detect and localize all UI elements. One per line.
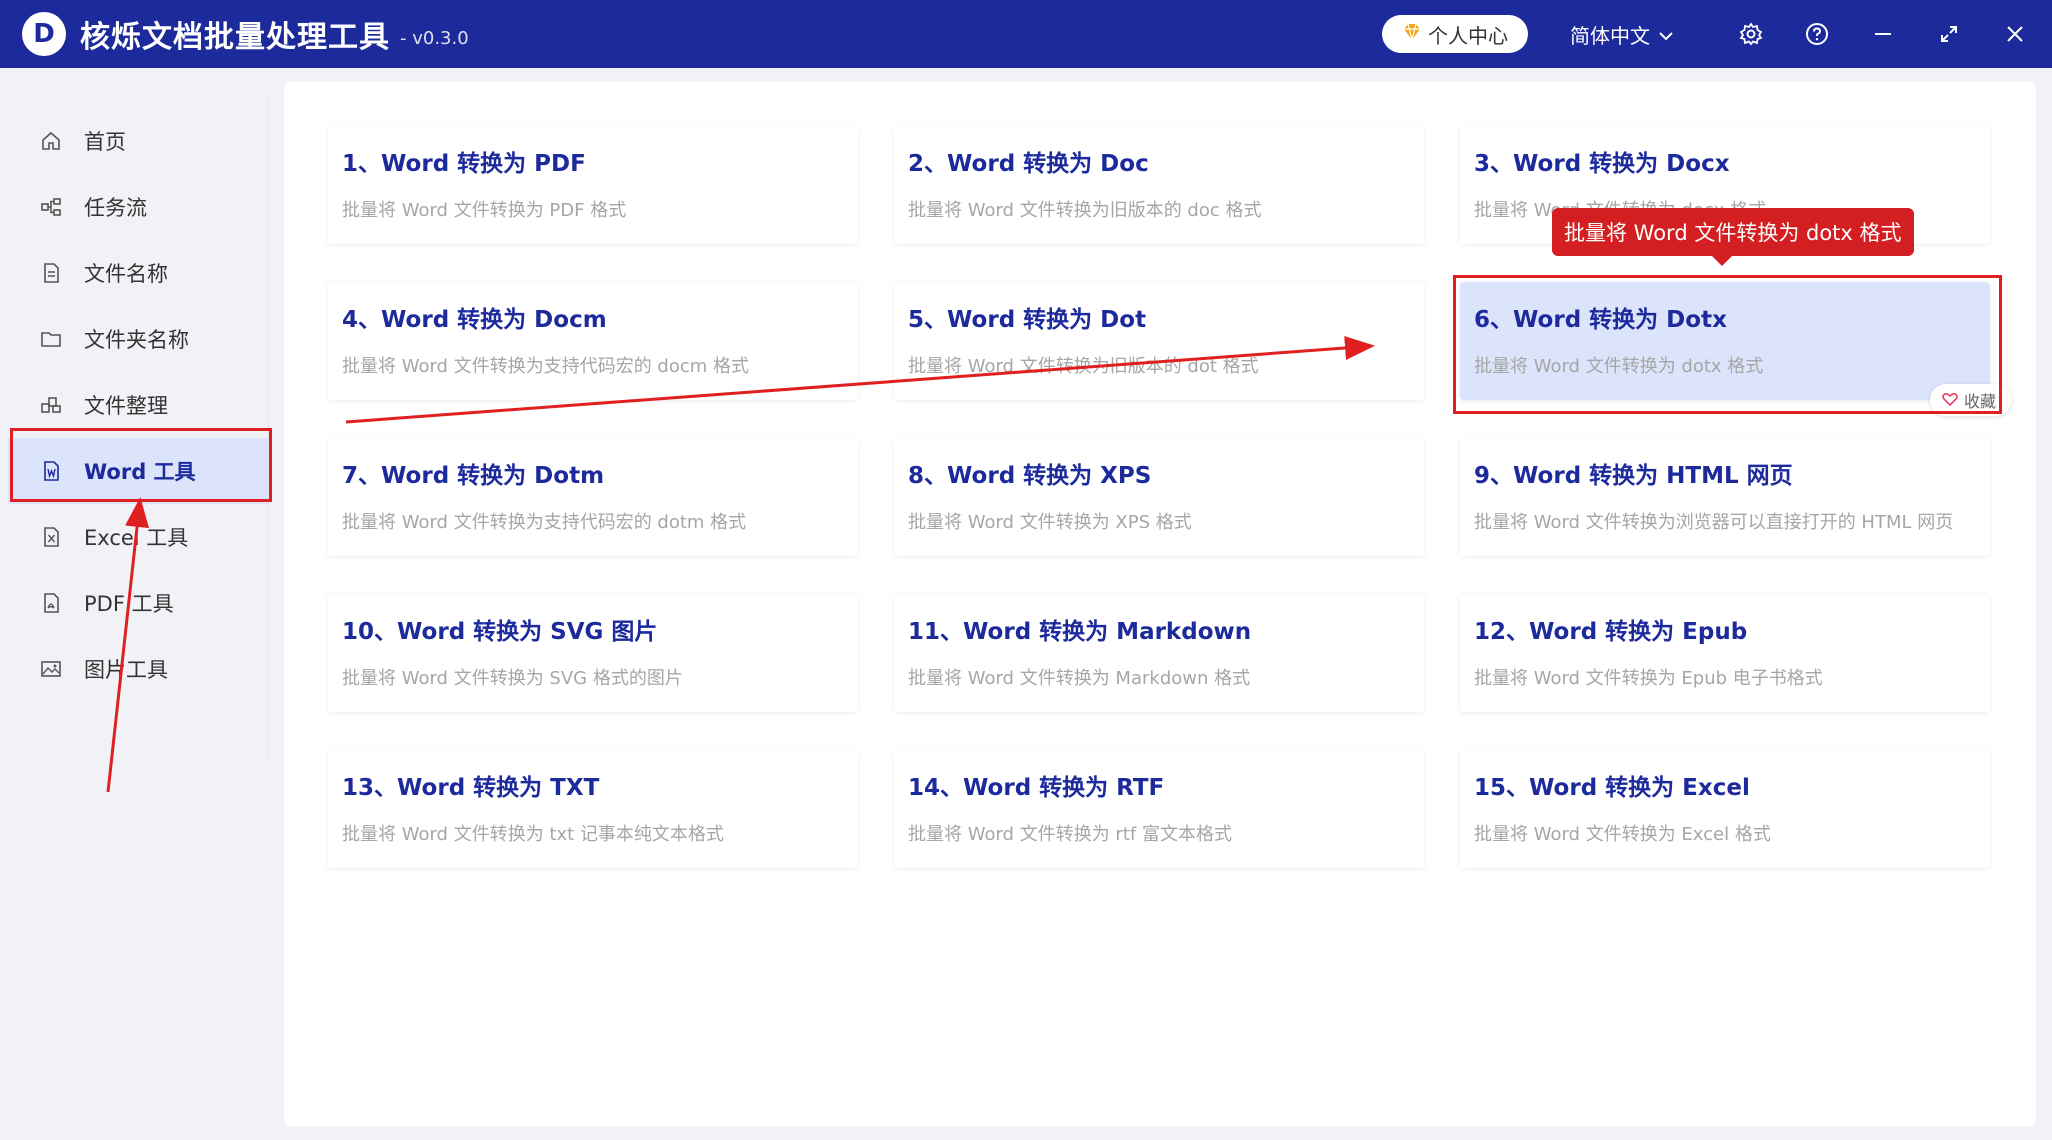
workflow-icon bbox=[38, 196, 64, 218]
sidebar-item-label: Word 工具 bbox=[84, 460, 196, 484]
tool-card-word-to-dotm[interactable]: 7、Word 转换为 Dotm 批量将 Word 文件转换为支持代码宏的 dot… bbox=[328, 438, 858, 556]
sidebar-item-word-tools[interactable]: Word 工具 bbox=[8, 438, 270, 504]
tool-card-word-to-dot[interactable]: 5、Word 转换为 Dot 批量将 Word 文件转换为旧版本的 dot 格式 bbox=[894, 282, 1424, 400]
title-bar: D 核烁文档批量处理工具 - v0.3.0 个人中心 简体中文 bbox=[0, 0, 2052, 68]
card-description: 批量将 Word 文件转换为 XPS 格式 bbox=[908, 512, 1192, 533]
tool-card-word-to-dotx[interactable]: 6、Word 转换为 Dotx 批量将 Word 文件转换为 dotx 格式 收… bbox=[1460, 282, 2012, 416]
card-description: 批量将 Word 文件转换为支持代码宏的 dotm 格式 bbox=[342, 512, 747, 533]
language-selector[interactable]: 简体中文 bbox=[1570, 20, 1674, 49]
expand-icon bbox=[1916, 24, 1982, 44]
vip-diamond-icon bbox=[1402, 22, 1422, 46]
tool-card-word-to-excel[interactable]: 15、Word 转换为 Excel 批量将 Word 文件转换为 Excel 格… bbox=[1460, 750, 1990, 868]
card-title: 2、Word 转换为 Doc bbox=[908, 151, 1149, 177]
app-logo: D bbox=[22, 12, 66, 56]
sidebar-item-file-organize[interactable]: 文件整理 bbox=[8, 372, 270, 438]
tool-card-word-to-epub[interactable]: 12、Word 转换为 Epub 批量将 Word 文件转换为 Epub 电子书… bbox=[1460, 594, 1990, 712]
card-description: 批量将 Word 文件转换为 Markdown 格式 bbox=[908, 668, 1251, 689]
favorite-label: 收藏 bbox=[1963, 392, 1996, 411]
card-description: 批量将 Word 文件转换为 dotx 格式 bbox=[1474, 356, 1764, 377]
sidebar-item-label: 文件夹名称 bbox=[84, 328, 189, 352]
sidebar-item-label: 文件整理 bbox=[84, 394, 168, 418]
card-title: 10、Word 转换为 SVG 图片 bbox=[342, 619, 658, 645]
card-title: 15、Word 转换为 Excel bbox=[1474, 775, 1750, 801]
card-description: 批量将 Word 文件转换为浏览器可以直接打开的 HTML 网页 bbox=[1474, 512, 1954, 533]
sidebar-item-excel-tools[interactable]: Excel 工具 bbox=[8, 504, 270, 570]
minimize-icon bbox=[1850, 24, 1916, 44]
favorite-button[interactable]: 收藏 bbox=[1929, 384, 2012, 416]
sidebar-item-home[interactable]: 首页 bbox=[8, 108, 270, 174]
folder-icon bbox=[38, 328, 64, 350]
tool-card-word-to-docm[interactable]: 4、Word 转换为 Docm 批量将 Word 文件转换为支持代码宏的 doc… bbox=[328, 282, 858, 400]
settings-button[interactable] bbox=[1718, 22, 1784, 46]
heart-icon bbox=[1942, 391, 1958, 410]
maximize-button[interactable] bbox=[1916, 24, 1982, 44]
user-center-button[interactable]: 个人中心 bbox=[1382, 15, 1528, 53]
sidebar-item-label: 文件名称 bbox=[84, 262, 168, 286]
excel-icon bbox=[38, 526, 64, 548]
language-label: 简体中文 bbox=[1570, 23, 1650, 48]
card-tooltip: 批量将 Word 文件转换为 dotx 格式 bbox=[1552, 208, 1914, 266]
home-icon bbox=[38, 130, 64, 152]
tool-card-word-to-txt[interactable]: 13、Word 转换为 TXT 批量将 Word 文件转换为 txt 记事本纯文… bbox=[328, 750, 858, 868]
sidebar-item-folder-name[interactable]: 文件夹名称 bbox=[8, 306, 270, 372]
card-title: 8、Word 转换为 XPS bbox=[908, 463, 1152, 489]
app-version: - v0.3.0 bbox=[400, 27, 469, 49]
sidebar-item-label: PDF 工具 bbox=[84, 592, 174, 616]
sidebar-item-image-tools[interactable]: 图片工具 bbox=[8, 636, 270, 702]
card-title: 6、Word 转换为 Dotx bbox=[1474, 307, 1727, 333]
tool-card-word-to-xps[interactable]: 8、Word 转换为 XPS 批量将 Word 文件转换为 XPS 格式 bbox=[894, 438, 1424, 556]
card-title: 7、Word 转换为 Dotm bbox=[342, 463, 605, 489]
help-button[interactable] bbox=[1784, 22, 1850, 46]
gear-icon bbox=[1718, 22, 1784, 46]
image-icon bbox=[38, 658, 64, 680]
sidebar-item-label: 任务流 bbox=[84, 196, 147, 220]
card-description: 批量将 Word 文件转换为旧版本的 dot 格式 bbox=[908, 356, 1259, 377]
card-title: 12、Word 转换为 Epub bbox=[1474, 619, 1748, 645]
sidebar-item-label: Excel 工具 bbox=[84, 526, 189, 550]
sidebar-item-label: 首页 bbox=[84, 130, 126, 154]
app-title: 核烁文档批量处理工具 bbox=[80, 20, 390, 55]
card-title: 11、Word 转换为 Markdown bbox=[908, 619, 1252, 645]
card-description: 批量将 Word 文件转换为 PDF 格式 bbox=[342, 200, 627, 221]
tool-card-word-to-svg[interactable]: 10、Word 转换为 SVG 图片 批量将 Word 文件转换为 SVG 格式… bbox=[328, 594, 858, 712]
tool-card-word-to-rtf[interactable]: 14、Word 转换为 RTF 批量将 Word 文件转换为 rtf 富文本格式 bbox=[894, 750, 1424, 868]
card-description: 批量将 Word 文件转换为 txt 记事本纯文本格式 bbox=[342, 824, 724, 845]
sidebar-nav: 首页 任务流 文件名称 文件夹名称 文件整理 Word 工具 Excel 工具 bbox=[8, 108, 270, 702]
card-description: 批量将 Word 文件转换为 Epub 电子书格式 bbox=[1474, 668, 1823, 689]
card-description: 批量将 Word 文件转换为 SVG 格式的图片 bbox=[342, 668, 683, 689]
card-title: 14、Word 转换为 RTF bbox=[908, 775, 1165, 801]
tool-card-word-to-html[interactable]: 9、Word 转换为 HTML 网页 批量将 Word 文件转换为浏览器可以直接… bbox=[1460, 438, 1990, 556]
card-title: 4、Word 转换为 Docm bbox=[342, 307, 607, 333]
card-title: 5、Word 转换为 Dot bbox=[908, 307, 1147, 333]
close-button[interactable] bbox=[1982, 24, 2048, 44]
card-title: 3、Word 转换为 Docx bbox=[1474, 151, 1730, 177]
card-title: 13、Word 转换为 TXT bbox=[342, 775, 600, 801]
pdf-icon bbox=[38, 592, 64, 614]
card-description: 批量将 Word 文件转换为 Excel 格式 bbox=[1474, 824, 1771, 845]
tool-card-word-to-pdf[interactable]: 1、Word 转换为 PDF 批量将 Word 文件转换为 PDF 格式 bbox=[328, 126, 858, 244]
sidebar-item-file-name[interactable]: 文件名称 bbox=[8, 240, 270, 306]
chevron-down-icon bbox=[1658, 22, 1674, 46]
sidebar-item-pdf-tools[interactable]: PDF 工具 bbox=[8, 570, 270, 636]
tool-card-word-to-markdown[interactable]: 11、Word 转换为 Markdown 批量将 Word 文件转换为 Mark… bbox=[894, 594, 1424, 712]
close-icon bbox=[1982, 24, 2048, 44]
card-description: 批量将 Word 文件转换为旧版本的 doc 格式 bbox=[908, 200, 1262, 221]
sidebar-item-workflow[interactable]: 任务流 bbox=[8, 174, 270, 240]
user-center-label: 个人中心 bbox=[1428, 23, 1508, 48]
organize-icon bbox=[38, 394, 64, 416]
sidebar-item-label: 图片工具 bbox=[84, 658, 168, 682]
word-icon bbox=[38, 460, 64, 482]
card-title: 9、Word 转换为 HTML 网页 bbox=[1474, 463, 1793, 489]
file-icon bbox=[38, 262, 64, 284]
card-description: 批量将 Word 文件转换为 rtf 富文本格式 bbox=[908, 824, 1232, 845]
tool-card-word-to-doc[interactable]: 2、Word 转换为 Doc 批量将 Word 文件转换为旧版本的 doc 格式 bbox=[894, 126, 1424, 244]
minimize-button[interactable] bbox=[1850, 24, 1916, 44]
card-title: 1、Word 转换为 PDF bbox=[342, 151, 586, 177]
card-description: 批量将 Word 文件转换为支持代码宏的 docm 格式 bbox=[342, 356, 750, 377]
help-icon bbox=[1784, 22, 1850, 46]
sidebar: 首页 任务流 文件名称 文件夹名称 文件整理 Word 工具 Excel 工具 bbox=[0, 68, 284, 1140]
